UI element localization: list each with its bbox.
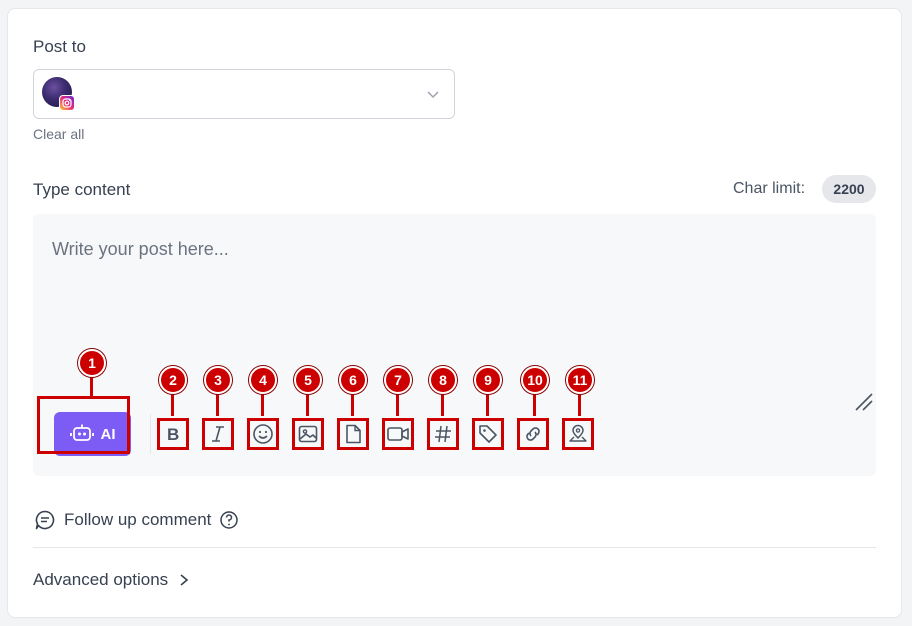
annotation-stem — [306, 391, 309, 416]
instagram-icon — [59, 95, 75, 111]
annotation-marker-10: 10 — [521, 366, 549, 394]
annotation-stem — [486, 391, 489, 416]
annotation-marker-3: 3 — [204, 366, 232, 394]
video-icon — [387, 427, 409, 441]
question-circle-icon[interactable] — [219, 510, 239, 530]
clear-all-link[interactable]: Clear all — [33, 126, 84, 142]
tag-icon — [479, 425, 497, 443]
annotation-stem — [351, 391, 354, 416]
annotation-marker-11: 11 — [566, 366, 594, 394]
char-limit-badge: 2200 — [822, 175, 876, 203]
annotation-stem — [396, 391, 399, 416]
chat-icon — [35, 510, 55, 530]
post-composer-card: Post to Clear all Type content Char limi… — [7, 8, 902, 618]
post-editor[interactable]: Write your post here... AI B — [33, 214, 876, 476]
document-button[interactable] — [337, 418, 369, 450]
annotation-marker-5: 5 — [294, 366, 322, 394]
italic-icon — [212, 426, 224, 442]
char-limit-label: Char limit: — [733, 180, 806, 197]
document-icon — [346, 424, 361, 444]
annotation-marker-7: 7 — [384, 366, 412, 394]
hashtag-button[interactable] — [427, 418, 459, 450]
annotation-frame-ai — [37, 396, 130, 454]
italic-button[interactable] — [202, 418, 234, 450]
location-icon — [569, 424, 587, 442]
image-button[interactable] — [292, 418, 324, 450]
post-to-label: Post to — [33, 37, 86, 56]
bold-icon: B — [167, 425, 179, 444]
emoji-button[interactable] — [247, 418, 279, 450]
annotation-marker-2: 2 — [159, 366, 187, 394]
annotation-stem — [533, 391, 536, 416]
editor-placeholder: Write your post here... — [52, 239, 229, 259]
toolbar-divider — [150, 414, 151, 454]
chevron-right-icon — [180, 574, 189, 586]
annotation-stem — [90, 374, 93, 398]
annotation-stem — [578, 391, 581, 416]
link-icon — [526, 427, 540, 441]
hashtag-icon — [435, 425, 451, 443]
resize-handle-icon[interactable] — [853, 391, 875, 413]
annotation-marker-1: 1 — [78, 349, 106, 377]
account-select[interactable] — [33, 69, 455, 119]
annotation-stem — [261, 391, 264, 416]
advanced-options-label: Advanced options — [33, 570, 169, 589]
section-divider — [33, 547, 876, 548]
chevron-down-icon[interactable] — [426, 87, 440, 106]
type-content-label: Type content — [33, 180, 131, 199]
tag-button[interactable] — [472, 418, 504, 450]
annotation-stem — [441, 391, 444, 416]
annotation-marker-4: 4 — [249, 366, 277, 394]
annotation-marker-6: 6 — [339, 366, 367, 394]
annotation-marker-9: 9 — [474, 366, 502, 394]
emoji-icon — [253, 424, 273, 444]
link-button[interactable] — [517, 418, 549, 450]
follow-up-comment-toggle[interactable]: Follow up comment — [34, 509, 239, 531]
advanced-options-toggle[interactable]: Advanced options — [33, 570, 190, 590]
image-icon — [298, 425, 318, 443]
annotation-marker-8: 8 — [429, 366, 457, 394]
bold-button[interactable]: B — [157, 418, 189, 450]
follow-up-comment-label: Follow up comment — [64, 510, 212, 529]
annotation-stem — [171, 391, 174, 416]
annotation-stem — [216, 391, 219, 416]
video-button[interactable] — [382, 418, 414, 450]
svg-text:B: B — [167, 425, 179, 444]
location-button[interactable] — [562, 418, 594, 450]
